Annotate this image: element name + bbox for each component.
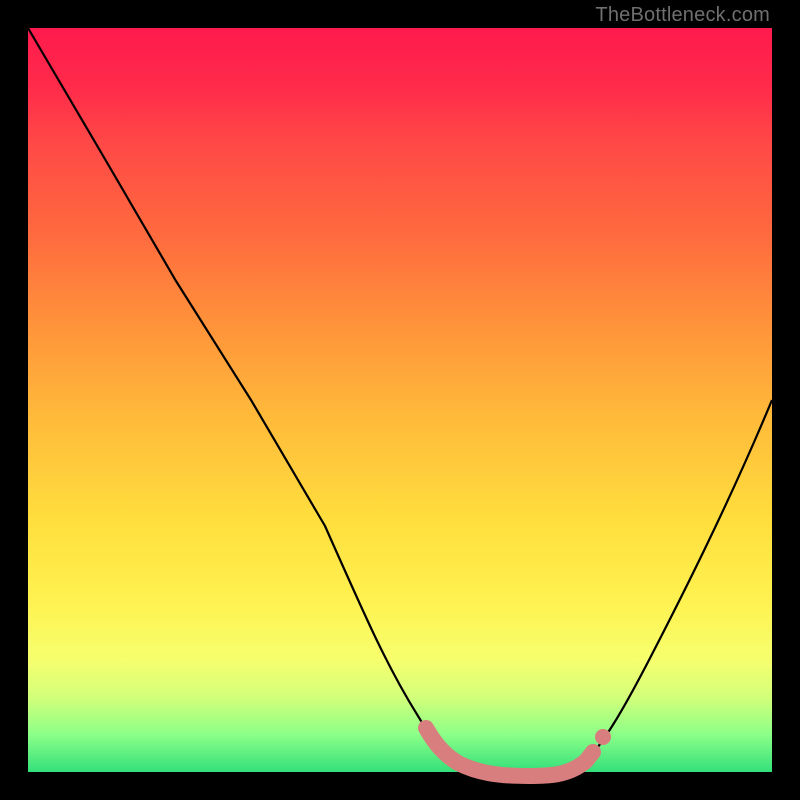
highlight-dot — [595, 729, 611, 745]
attribution-text: TheBottleneck.com — [595, 4, 770, 27]
chart-frame: TheBottleneck.com — [0, 0, 800, 800]
highlight-band — [426, 728, 593, 776]
bottleneck-curve — [28, 28, 772, 776]
plot-area — [28, 28, 772, 772]
chart-svg — [28, 28, 772, 772]
